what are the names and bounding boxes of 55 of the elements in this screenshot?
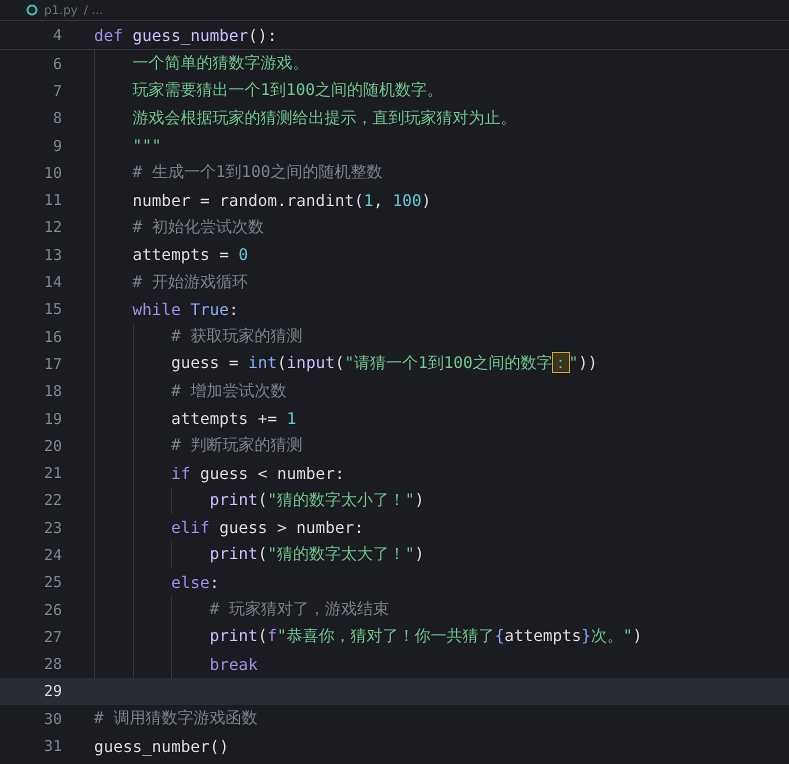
line-number: 7 <box>52 82 62 100</box>
line-number: 28 <box>42 655 62 674</box>
code-line: attempts += 1 <box>170 409 296 428</box>
line-number: 16 <box>42 328 62 346</box>
code-line: guess_number() <box>94 736 229 756</box>
code-line: if guess < number: <box>170 464 344 483</box>
code-line: """ <box>132 136 162 156</box>
code-line: 游戏会根据玩家的猜测给出提示，直到玩家猜对为止。 <box>132 108 517 129</box>
code-line: print("猜的数字太小了！") <box>208 490 424 511</box>
code-line: # 生成一个1到100之间的随机整数 <box>132 162 382 184</box>
line-number: 19 <box>42 410 62 428</box>
code-line: guess = int(input("请猜一个1到100之间的数字：")) <box>170 353 598 374</box>
code-line: elif guess > number: <box>170 518 364 538</box>
breadcrumb-file[interactable]: p1.py <box>44 3 78 17</box>
line-number: 9 <box>52 136 62 155</box>
line-number: 23 <box>42 518 62 537</box>
code-line: # 开始游戏循环 <box>132 272 248 293</box>
line-number: 6 <box>52 54 62 73</box>
line-number: 20 <box>42 436 62 455</box>
code-line: def guess_number(): <box>94 26 278 44</box>
code-line: print(f"恭喜你，猜对了！你一共猜了{attempts}次。") <box>208 626 642 648</box>
code-line: attempts = 0 <box>132 245 248 264</box>
line-number: 10 <box>42 164 62 182</box>
line-number: 29 <box>42 682 62 700</box>
breadcrumb-path: / ... <box>84 3 104 17</box>
line-number: 14 <box>42 273 62 292</box>
code-line: # 初始化尝试次数 <box>132 216 264 238</box>
code-line: # 判断玩家的猜测 <box>170 435 302 456</box>
line-number: 30 <box>42 710 62 728</box>
line-number: 21 <box>42 464 62 482</box>
line-number: 27 <box>42 628 62 646</box>
code-line: 一个简单的猜数字游戏。 <box>132 53 309 74</box>
line-number: 18 <box>42 382 62 400</box>
code-line: print("猜的数字太大了！") <box>208 544 424 566</box>
line-number: 8 <box>52 109 62 128</box>
line-number: 11 <box>42 191 62 210</box>
line-number: 31 <box>42 737 62 756</box>
line-number: 25 <box>42 573 62 592</box>
code-line: # 调用猜数字游戏函数 <box>94 708 258 730</box>
code-line: else: <box>170 572 220 592</box>
line-number: 22 <box>42 491 62 510</box>
code-line: number = random.randint(1, 100) <box>132 190 432 210</box>
line-number: 26 <box>42 600 62 619</box>
code-line: 玩家需要猜出一个1到100之间的随机数字。 <box>132 80 444 102</box>
line-number: 4 <box>52 26 62 44</box>
line-number: 12 <box>42 218 62 236</box>
line-number: 24 <box>42 546 62 564</box>
code-line: # 增加尝试次数 <box>170 380 286 402</box>
line-number: 13 <box>42 246 62 264</box>
code-line: while True: <box>132 300 238 319</box>
code-line: # 获取玩家的猜测 <box>170 326 302 348</box>
code-line: # 玩家猜对了，游戏结束 <box>208 599 389 620</box>
code-line: break <box>208 654 258 674</box>
line-number: 17 <box>42 354 62 373</box>
line-number: 15 <box>42 300 62 318</box>
